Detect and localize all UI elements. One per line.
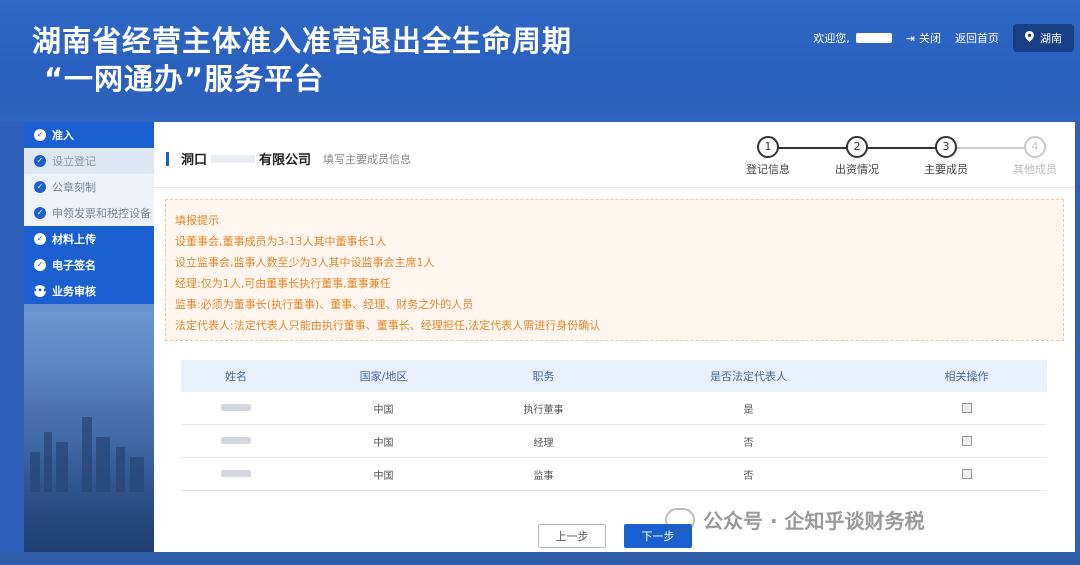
sidebar-item-material-upload[interactable]: ✓ 材料上传: [24, 226, 154, 252]
table-row: 中国 监事 否: [181, 458, 1047, 491]
platform-title-line1: 湖南省经营主体准入准营退出全生命周期: [32, 24, 573, 58]
col-header-name: 姓名: [225, 370, 247, 383]
step-number: 4: [1024, 136, 1046, 158]
sidebar-item-registration[interactable]: ✓ 设立登记: [24, 148, 154, 174]
row-action: [886, 468, 1047, 480]
step-1: 1 登记信息: [732, 136, 804, 177]
welcome-text: 欢迎您,: [813, 30, 892, 46]
sidebar: ✓ 准入 ✓ 设立登记 ✓ 公章刻制 ✓ 申领发票和税控设备 ✓ 材料上传 ✓ …: [24, 122, 154, 552]
sidebar-item-label: 材料上传: [52, 233, 96, 246]
check-circle-icon: ✓: [34, 259, 46, 271]
filling-notice: 填报提示 设董事会,董事成员为3-13人其中董事长1人 设立监事会,监事人数至少…: [165, 199, 1064, 341]
check-circle-icon: ✓: [34, 181, 46, 193]
step-label: 主要成员: [924, 163, 968, 176]
notice-title: 填报提示: [175, 214, 219, 227]
notice-line: 法定代表人:法定代表人只能由执行董事、董事长、经理担任,法定代表人需进行身份确认: [175, 319, 601, 332]
city-skyline-background: [24, 362, 154, 552]
notice-line: 经理:仅为1人,可由董事长执行董事,董事兼任: [175, 277, 391, 290]
sidebar-item-admission[interactable]: ✓ 准入: [24, 122, 154, 148]
row-checkbox[interactable]: [961, 402, 972, 413]
company-name-suffix: 有限公司: [259, 153, 312, 168]
watermark: 公众号 · 企知乎谈财务税: [665, 505, 925, 534]
row-action: [886, 435, 1047, 447]
main-panel: 洞口 有限公司 填写主要成员信息 1 登记信息 2 出资情况 3 主要成员 4 …: [154, 122, 1075, 552]
sidebar-item-seal-engraving[interactable]: ✓ 公章刻制: [24, 174, 154, 200]
step-number: 2: [846, 136, 868, 158]
more-dots-icon: •••: [32, 285, 48, 297]
row-action: [886, 402, 1047, 414]
close-label: 关闭: [919, 32, 941, 45]
prev-step-button[interactable]: 上一步: [538, 524, 606, 548]
sidebar-item-label: 设立登记: [52, 155, 96, 168]
check-circle-icon: ✓: [34, 207, 46, 219]
member-legal-rep: 是: [743, 404, 754, 416]
step-3: 3 主要成员: [910, 136, 982, 177]
check-circle-icon: ✓: [34, 129, 46, 141]
progress-steps: 1 登记信息 2 出资情况 3 主要成员 4 其他成员: [732, 136, 1057, 182]
member-legal-rep: 否: [743, 470, 754, 482]
step-label: 出资情况: [835, 163, 879, 176]
col-header-position: 职务: [532, 370, 555, 383]
region-selector[interactable]: 湖南: [1013, 24, 1074, 52]
logout-icon: ⇥: [905, 31, 915, 45]
member-name-masked: [181, 436, 291, 447]
panel-header: 洞口 有限公司 填写主要成员信息 1 登记信息 2 出资情况 3 主要成员 4 …: [154, 122, 1075, 188]
member-name-masked: [181, 469, 291, 480]
home-link[interactable]: 返回首页: [955, 30, 999, 46]
sidebar-item-invoice-tax-device[interactable]: ✓ 申领发票和税控设备: [24, 200, 154, 226]
username-masked: [855, 33, 892, 43]
top-bar: 欢迎您, ⇥ 关闭 返回首页 湖南: [813, 24, 1074, 52]
welcome-label: 欢迎您,: [813, 32, 850, 45]
sidebar-item-label: 电子签名: [52, 259, 96, 272]
check-circle-icon: ✓: [34, 155, 46, 167]
col-header-actions: 相关操作: [944, 370, 989, 383]
company-name-prefix: 洞口: [181, 153, 208, 168]
step-label: 登记信息: [746, 163, 790, 176]
region-label: 湖南: [1040, 32, 1062, 45]
heading-accent-bar: [166, 151, 169, 166]
location-pin-icon: [1025, 31, 1034, 45]
bottom-strip: [0, 552, 1080, 565]
company-name: 洞口 有限公司: [181, 149, 311, 168]
sidebar-item-label: 申领发票和税控设备: [52, 207, 151, 220]
notice-line: 设董事会,董事成员为3-13人其中董事长1人: [175, 235, 387, 248]
sidebar-item-label: 准入: [52, 129, 74, 142]
row-checkbox[interactable]: [961, 468, 972, 479]
sidebar-item-business-review[interactable]: ••• 业务审核: [24, 278, 154, 304]
member-position: 经理: [533, 437, 554, 449]
col-header-legal-rep: 是否法定代表人: [710, 370, 787, 383]
member-position: 监事: [533, 470, 554, 482]
step-number: 1: [757, 136, 779, 158]
member-legal-rep: 否: [743, 437, 754, 449]
notice-line: 监事:必须为董事长(执行董事)、董事、经理、财务之外的人员: [175, 298, 474, 311]
member-name-masked: [181, 403, 291, 414]
notice-line: 设立监事会,监事人数至少为3人其中设监事会主席1人: [175, 256, 435, 269]
row-checkbox[interactable]: [961, 435, 972, 446]
table-row: 中国 执行董事 是: [181, 392, 1047, 425]
member-country: 中国: [373, 470, 394, 482]
member-country: 中国: [373, 437, 394, 449]
step-number: 3: [935, 136, 957, 158]
check-circle-icon: ✓: [34, 233, 46, 245]
platform-title-line2: “一网通办”服务平台: [44, 62, 325, 96]
member-country: 中国: [373, 404, 394, 416]
table-header: 姓名 国家/地区 职务 是否法定代表人 相关操作: [181, 360, 1047, 392]
sidebar-item-e-signature[interactable]: ✓ 电子签名: [24, 252, 154, 278]
company-name-masked: [211, 154, 256, 163]
sidebar-item-label: 业务审核: [52, 285, 96, 298]
sidebar-item-label: 公章刻制: [52, 181, 96, 194]
col-header-country: 国家/地区: [359, 370, 408, 383]
step-label: 其他成员: [1013, 163, 1057, 176]
page-header: 湖南省经营主体准入准营退出全生命周期 “一网通办”服务平台 欢迎您, ⇥ 关闭 …: [0, 0, 1080, 122]
company-heading: 洞口 有限公司 填写主要成员信息: [166, 149, 411, 168]
table-row: 中国 经理 否: [181, 425, 1047, 458]
form-hint: 填写主要成员信息: [323, 152, 412, 166]
step-4: 4 其他成员: [999, 136, 1071, 177]
member-position: 执行董事: [523, 404, 564, 416]
wechat-icon: [665, 507, 695, 532]
close-link[interactable]: ⇥ 关闭: [906, 30, 941, 46]
members-table: 姓名 国家/地区 职务 是否法定代表人 相关操作 中国 执行董事 是 中国 经理…: [181, 360, 1047, 491]
step-2: 2 出资情况: [821, 136, 893, 177]
watermark-text: 公众号 · 企知乎谈财务税: [703, 509, 925, 533]
